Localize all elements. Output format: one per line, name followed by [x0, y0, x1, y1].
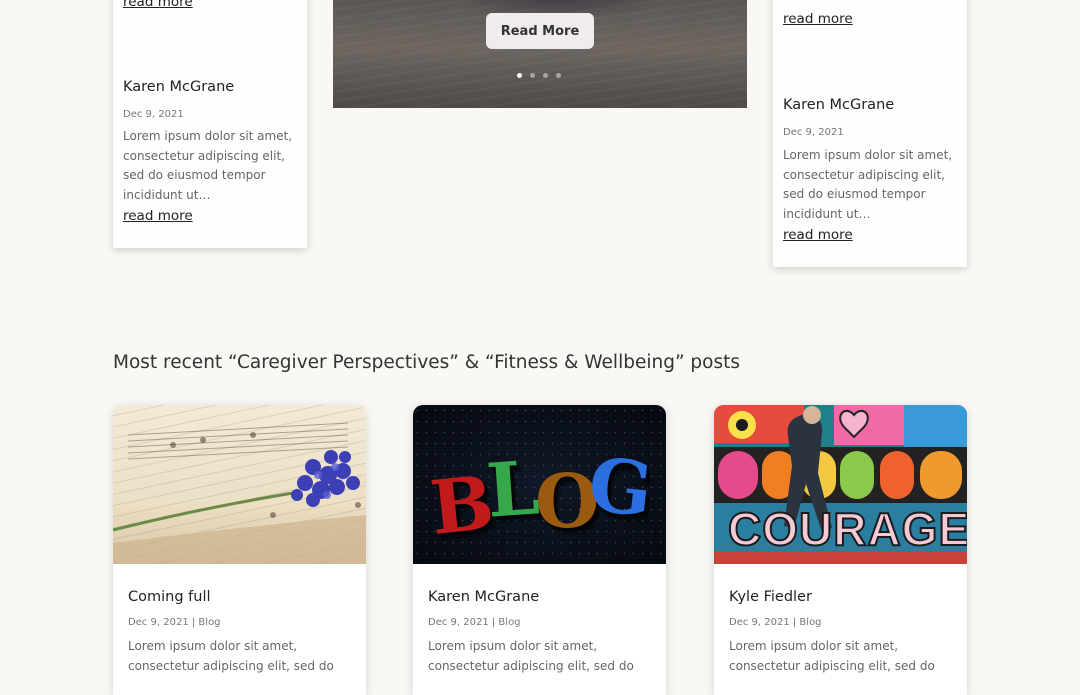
post-image-graffiti[interactable]: COURAGE	[714, 405, 967, 564]
post-image-blog[interactable]: B L O G	[413, 405, 666, 564]
section-heading: Most recent “Caregiver Perspectives” & “…	[113, 352, 740, 373]
card-author: Karen McGrane	[123, 79, 235, 95]
read-more-link-top[interactable]: read more	[123, 0, 193, 10]
slider-dot-4[interactable]	[556, 73, 561, 78]
post-card[interactable]: B L O G Karen McGrane Dec 9, 2021 | Blog…	[413, 405, 666, 695]
blog-letter-l-icon: L	[484, 445, 542, 535]
flower-on-sheet-music-icon	[113, 422, 366, 564]
read-more-button[interactable]: Read More	[486, 13, 594, 49]
post-meta: Dec 9, 2021 | Blog	[128, 617, 221, 628]
post-excerpt: Lorem ipsum dolor sit amet, consectetur …	[428, 639, 634, 673]
featured-slider: Read More	[333, 0, 747, 108]
card-excerpt-tail: ut…	[783, 0, 807, 2]
blog-letter-g-icon: G	[584, 441, 657, 535]
post-excerpt: Lorem ipsum dolor sit amet, consectetur …	[128, 639, 334, 673]
card-author: Karen McGrane	[783, 97, 895, 113]
post-title[interactable]: Coming full	[128, 589, 211, 605]
post-excerpt: Lorem ipsum dolor sit amet, consectetur …	[729, 639, 935, 673]
slider-pagination	[517, 73, 563, 79]
card-excerpt: Lorem ipsum dolor sit amet, consectetur …	[783, 148, 953, 222]
read-more-link-top[interactable]: read more	[783, 11, 853, 27]
read-more-link[interactable]: read more	[783, 227, 853, 243]
slider-dot-1[interactable]	[517, 73, 522, 78]
read-more-link[interactable]: read more	[123, 208, 193, 224]
post-meta: Dec 9, 2021 | Blog	[729, 617, 822, 628]
post-meta: Dec 9, 2021 | Blog	[428, 617, 521, 628]
card-date: Dec 9, 2021	[123, 109, 184, 120]
slider-dot-2[interactable]	[530, 73, 535, 78]
post-image-flower[interactable]	[113, 405, 366, 564]
post-card-right-top: ut… read more Karen McGrane Dec 9, 2021 …	[773, 0, 967, 267]
post-card-left-top: read more Karen McGrane Dec 9, 2021 Lore…	[113, 0, 307, 248]
post-title[interactable]: Karen McGrane	[428, 589, 539, 605]
graffiti-word: COURAGE	[727, 502, 967, 556]
post-card[interactable]: Coming full Dec 9, 2021 | Blog Lorem ips…	[113, 405, 366, 695]
slider-dot-3[interactable]	[543, 73, 548, 78]
post-card[interactable]: COURAGE Kyle Fiedler Dec 9, 2021 | Blog …	[714, 405, 967, 695]
card-excerpt: Lorem ipsum dolor sit amet, consectetur …	[123, 129, 293, 203]
card-date: Dec 9, 2021	[783, 127, 844, 138]
post-title[interactable]: Kyle Fiedler	[729, 589, 812, 605]
